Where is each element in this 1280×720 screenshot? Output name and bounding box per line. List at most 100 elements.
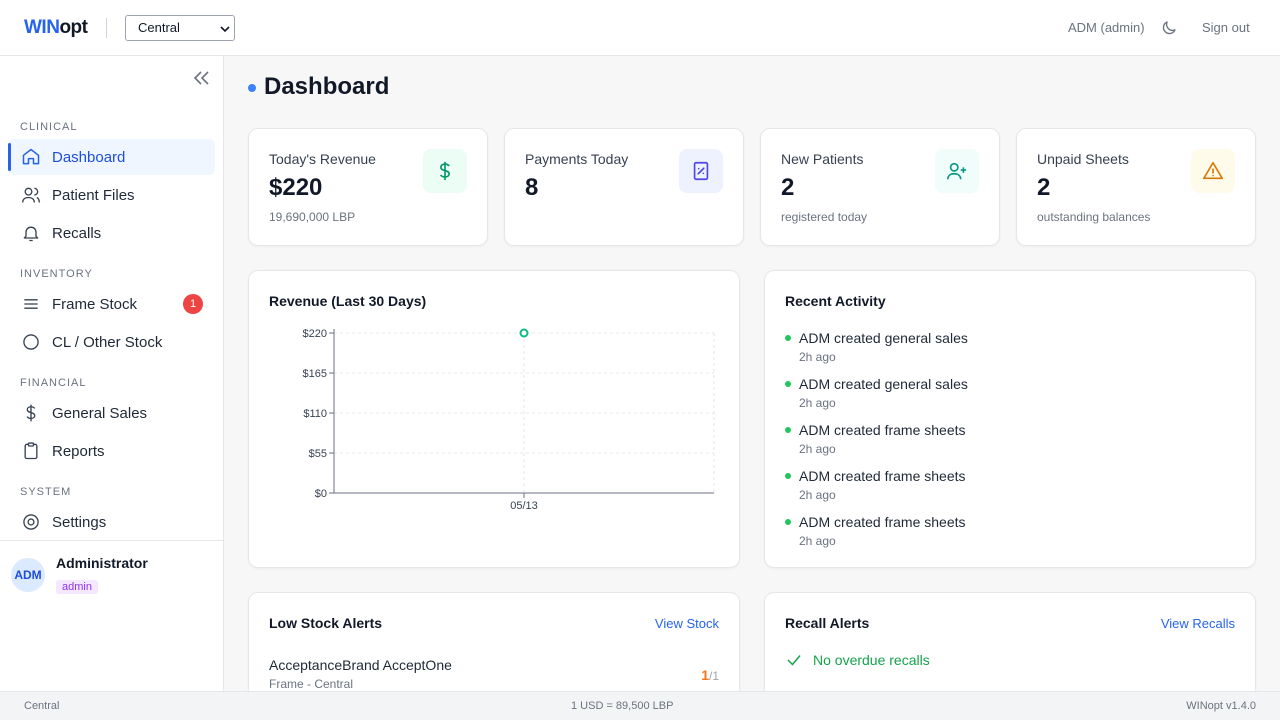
avatar[interactable]: ADM (11, 558, 45, 592)
no-recalls-text: No overdue recalls (813, 652, 930, 668)
section-inventory: INVENTORY (20, 268, 93, 280)
activity-text: ADM created general sales (799, 376, 968, 392)
stat-value: 2 (1037, 174, 1051, 201)
app-version: WINopt v1.4.0 (1186, 700, 1256, 712)
section-system: SYSTEM (20, 486, 72, 498)
stat-label: Today's Revenue (269, 151, 376, 167)
menu-icon (24, 299, 38, 309)
activity-time: 2h ago (799, 350, 836, 364)
stat-card-new-patients: New Patients 2 registered today (760, 128, 1000, 246)
activity-text: ADM created general sales (799, 330, 968, 346)
sidebar-item-label: Settings (52, 514, 107, 531)
stat-value: 8 (525, 174, 539, 201)
sidebar-item-reports[interactable]: Reports (8, 433, 215, 469)
status-bar: Central 1 USD = 89,500 LBP WINopt v1.4.0 (0, 691, 1280, 720)
sidebar-item-frame-stock[interactable]: Frame Stock 1 (8, 286, 215, 322)
sidebar: CLINICAL Dashboard Patient Files Recalls… (0, 56, 224, 691)
stat-sub: outstanding balances (1037, 210, 1151, 224)
status-dot (785, 473, 791, 479)
stat-icon-box (679, 149, 723, 193)
clipboard-icon (24, 442, 38, 460)
revenue-chart-card: Revenue (Last 30 Days) $0 $55 $110 $165 $220… (248, 270, 740, 568)
sidebar-item-patient-files[interactable]: Patient Files (8, 177, 215, 213)
stat-label: Unpaid Sheets (1037, 151, 1129, 167)
sidebar-item-label: Reports (52, 443, 105, 460)
recall-alerts-title: Recall Alerts (785, 615, 870, 631)
receipt-icon (693, 161, 709, 181)
dollar-icon (26, 404, 36, 422)
y-tick-label: $220 (303, 328, 327, 340)
stat-icon-box (423, 149, 467, 193)
logo-part-2: opt (59, 17, 88, 38)
dollar-icon (439, 161, 450, 181)
top-bar: WINopt Central ADM (admin) Sign out (0, 0, 1280, 56)
sidebar-divider (0, 540, 223, 541)
sidebar-item-label: Recalls (52, 225, 102, 242)
sidebar-item-label: Dashboard (52, 149, 126, 166)
moon-icon[interactable] (1160, 19, 1178, 37)
x-tick-label: 05/13 (510, 500, 538, 512)
home-icon (22, 148, 40, 165)
stat-label: New Patients (781, 151, 864, 167)
recent-activity-card: Recent Activity ADM created general sale… (764, 270, 1256, 568)
activity-time: 2h ago (799, 396, 836, 410)
sidebar-item-general-sales[interactable]: General Sales (8, 395, 215, 431)
divider (106, 18, 107, 38)
low-stock-count: 1/1 (701, 667, 719, 683)
status-dot (785, 381, 791, 387)
activity-time: 2h ago (799, 442, 836, 456)
y-tick-label: $0 (315, 488, 327, 500)
logo-part-1: WIN (24, 17, 60, 38)
branch-select[interactable]: Central (125, 15, 235, 41)
stat-label: Payments Today (525, 151, 629, 167)
section-financial: FINANCIAL (20, 377, 87, 389)
section-clinical: CLINICAL (20, 121, 78, 133)
stat-card-unpaid-sheets: Unpaid Sheets 2 outstanding balances (1016, 128, 1256, 246)
stat-card-revenue: Today's Revenue $220 19,690,000 LBP (248, 128, 488, 246)
low-stock-item-name[interactable]: AcceptanceBrand AcceptOne (269, 657, 452, 673)
view-stock-link[interactable]: View Stock (655, 616, 719, 631)
activity-text: ADM created frame sheets (799, 468, 966, 484)
exchange-rate: 1 USD = 89,500 LBP (571, 700, 674, 712)
sidebar-item-label: General Sales (52, 405, 148, 422)
sidebar-item-settings[interactable]: Settings (8, 504, 215, 540)
page-title: Dashboard (264, 73, 390, 100)
status-dot (785, 427, 791, 433)
data-point (519, 328, 529, 338)
circle-icon (23, 334, 39, 350)
stock-qty: 1 (701, 667, 709, 683)
user-role-badge: admin (56, 580, 98, 594)
sidebar-item-recalls[interactable]: Recalls (8, 215, 215, 251)
users-icon (22, 187, 40, 203)
y-tick-label: $165 (303, 368, 327, 380)
stat-value: $220 (269, 174, 323, 201)
view-recalls-link[interactable]: View Recalls (1161, 616, 1235, 631)
collapse-sidebar-icon[interactable] (192, 70, 210, 86)
app-logo[interactable]: WINopt (24, 17, 88, 39)
revenue-line-chart: $0 $55 $110 $165 $220 05/13 (303, 328, 715, 512)
sidebar-item-cl-other-stock[interactable]: CL / Other Stock (8, 324, 215, 360)
current-user: ADM (admin) (1068, 20, 1145, 35)
stock-min: /1 (708, 669, 719, 683)
stat-card-payments: Payments Today 8 (504, 128, 744, 246)
sidebar-item-label: Frame Stock (52, 296, 138, 313)
stat-value: 2 (781, 174, 795, 201)
branch-select-value: Central (138, 20, 180, 35)
recent-activity-title: Recent Activity (785, 293, 886, 309)
title-dot (248, 84, 256, 92)
settings-icon (23, 514, 39, 530)
user-name: Administrator (56, 555, 148, 571)
user-plus-icon (947, 162, 967, 180)
sidebar-item-label: CL / Other Stock (52, 334, 163, 351)
warning-icon (1203, 161, 1223, 180)
status-dot (785, 335, 791, 341)
sidebar-item-dashboard[interactable]: Dashboard (8, 139, 215, 175)
frame-stock-badge: 1 (183, 294, 203, 314)
footer-branch: Central (24, 700, 60, 712)
stat-icon-box (935, 149, 979, 193)
low-stock-title: Low Stock Alerts (269, 615, 383, 631)
stat-sub: registered today (781, 210, 868, 224)
activity-text: ADM created frame sheets (799, 422, 966, 438)
check-icon (787, 655, 801, 666)
sign-out-button[interactable]: Sign out (1202, 20, 1250, 35)
